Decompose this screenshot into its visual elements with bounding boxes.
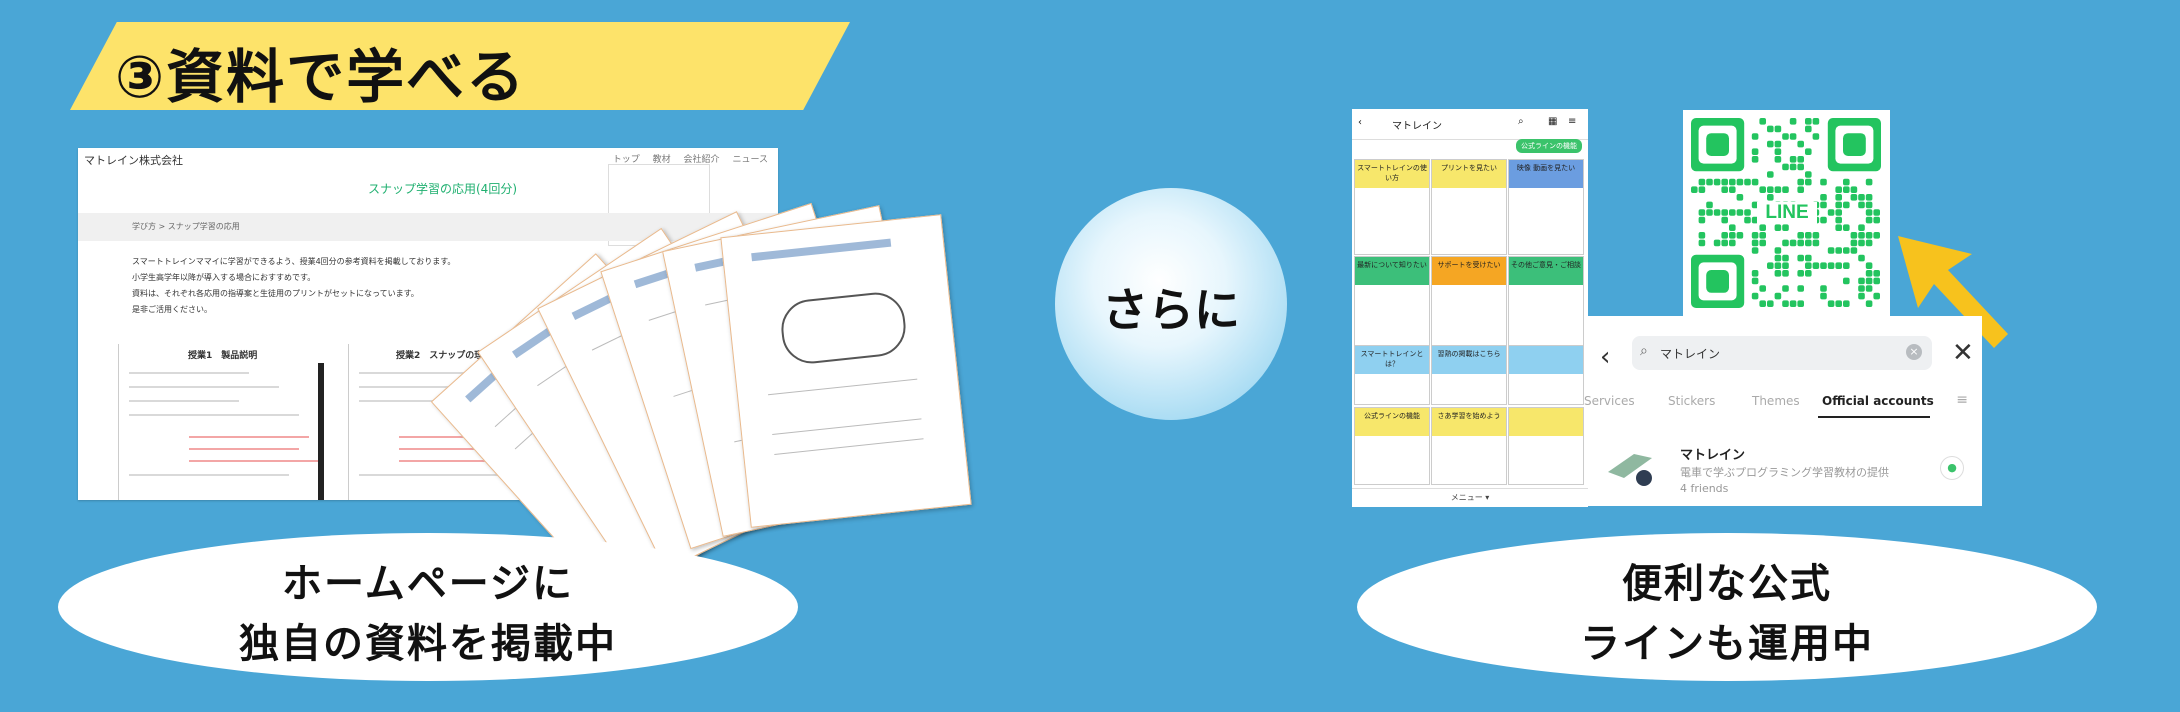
line-qr-label: LINE	[1757, 202, 1817, 224]
lesson1-document	[118, 344, 349, 500]
result-account-name[interactable]: マトレイン	[1680, 444, 1745, 463]
line-menu-tag: 公式ラインの機能	[1516, 139, 1582, 153]
website-paragraph: 資料は、それぞれ各応用の指導案と生徒用のプリントがセットになっています。	[132, 289, 419, 298]
website-breadcrumb: 学び方 > スナップ学習の応用	[132, 222, 240, 231]
line-account-name: マトレイン	[1392, 121, 1442, 132]
line-phone-header: ‹ マトレイン ⌕ ▦ ≡	[1352, 109, 1588, 140]
line-bottom-menu: メニュー ▾	[1352, 488, 1588, 507]
rich-menu-tile	[1508, 345, 1584, 405]
caption-right-line1: 便利な公式	[1622, 561, 1832, 607]
rich-menu-tile: 映像 動画を見たい	[1508, 159, 1584, 255]
line-qr-code: LINE	[1683, 110, 1890, 317]
rich-menu-tile: その他ご意見・ご相談	[1508, 256, 1584, 352]
caption-oval-right: 便利な公式 ラインも運用中	[1357, 533, 2097, 681]
clear-icon[interactable]: ×	[1906, 344, 1922, 360]
divider-bar	[318, 363, 324, 500]
search-query: マトレイン	[1660, 347, 1721, 361]
tab-official-accounts[interactable]: Official accounts	[1822, 394, 1934, 408]
website-paragraph: 小学生高学年以降が導入する場合におすすめです。	[132, 273, 316, 282]
menu-icon: ≡	[1568, 116, 1577, 127]
active-tab-underline	[1818, 416, 1930, 418]
rich-menu-tile: さあ学習を始めよう	[1431, 407, 1507, 485]
back-icon: ‹	[1358, 117, 1362, 128]
tab-themes[interactable]: Themes	[1752, 394, 1800, 408]
rich-menu-tile: 最新について知りたい	[1354, 256, 1430, 352]
highlight-circle: さらに	[1055, 188, 1287, 420]
caption-right-line2: ラインも運用中	[1580, 621, 1874, 667]
website-paragraph: スマートトレインママイに学習ができるよう、授業4回分の参考資料を掲載しております…	[132, 257, 456, 266]
rich-menu-tile: サポートを受けたい	[1431, 256, 1507, 352]
section-title: ③資料で学べる	[115, 43, 527, 111]
line-search-panel: ‹ ⌕ マトレイン × ✕ Services Stickers Themes O…	[1584, 316, 1982, 506]
account-avatar	[1608, 454, 1652, 486]
line-phone-screenshot: ‹ マトレイン ⌕ ▦ ≡ 公式ラインの機能 スマートトレインの使い方 プリント…	[1352, 109, 1588, 507]
result-friends-count: 4 friends	[1680, 482, 1729, 495]
worksheet	[720, 214, 972, 528]
rich-menu-tile: スマートトレインとは？	[1354, 345, 1430, 405]
website-page-title: スナップ学習の応用(4回分)	[368, 182, 517, 196]
grid-icon: ▦	[1548, 116, 1558, 127]
rich-menu-tile: プリントを見たい	[1431, 159, 1507, 255]
rich-menu-tile: 公式ラインの機能	[1354, 407, 1430, 485]
website-paragraph: 是非ご活用ください。	[132, 305, 212, 314]
circle-label: さらに	[1102, 283, 1240, 337]
caption-oval-left: ホームページに 独自の資料を掲載中	[58, 533, 798, 681]
back-icon[interactable]: ‹	[1600, 342, 1610, 372]
website-company-name: マトレイン株式会社	[84, 154, 183, 167]
tab-services[interactable]: Services	[1584, 394, 1635, 408]
close-icon[interactable]: ✕	[1952, 338, 1974, 368]
caption-left-line1: ホームページに	[282, 561, 574, 607]
website-nav-item: ニュース	[732, 155, 768, 165]
result-account-description: 電車で学ぶプログラミング学習教材の提供	[1680, 466, 1889, 479]
search-input[interactable]: ⌕ マトレイン ×	[1632, 336, 1932, 370]
search-icon: ⌕	[1640, 343, 1648, 359]
tab-stickers[interactable]: Stickers	[1668, 394, 1715, 408]
caption-left-line2: 独自の資料を掲載中	[239, 621, 617, 667]
menu-icon[interactable]: ≡	[1956, 392, 1968, 408]
rich-menu-tile: 習熟の掲載はこちら	[1431, 345, 1507, 405]
rich-menu-tile: スマートトレインの使い方	[1354, 159, 1430, 255]
rich-menu-tile	[1508, 407, 1584, 485]
chat-icon[interactable]: ●	[1940, 456, 1964, 480]
search-icon: ⌕	[1518, 116, 1524, 127]
